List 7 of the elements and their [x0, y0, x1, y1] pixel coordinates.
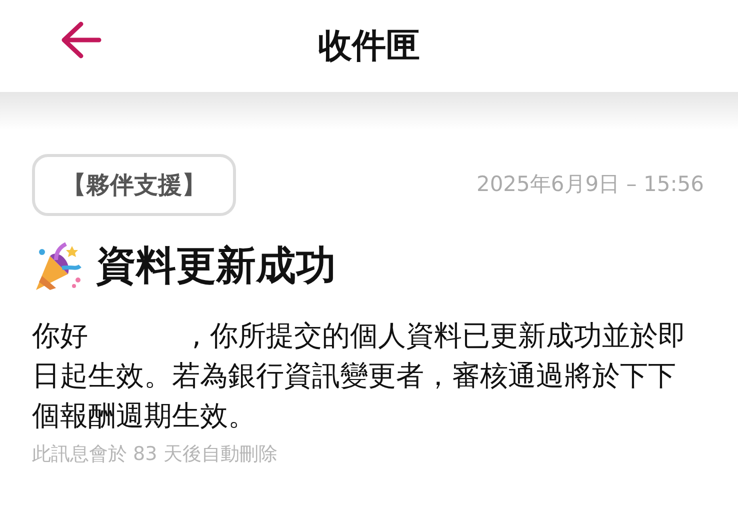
- message-title: 資料更新成功: [96, 242, 336, 291]
- page-title: 收件匣: [318, 24, 420, 68]
- category-tag: 【夥伴支援】: [32, 154, 236, 216]
- message-body: 你好 , 你所提交的個人資料已更新成功並於即日起生效。若為銀行資訊變更者，審核通過將於下下個報酬週期生效。: [32, 318, 687, 434]
- message-date: 2025年6月9日 – 15:56: [476, 171, 704, 198]
- auto-delete-note: 此訊息會於 83 天後自動刪除: [32, 442, 278, 467]
- back-arrow-icon: [59, 20, 103, 60]
